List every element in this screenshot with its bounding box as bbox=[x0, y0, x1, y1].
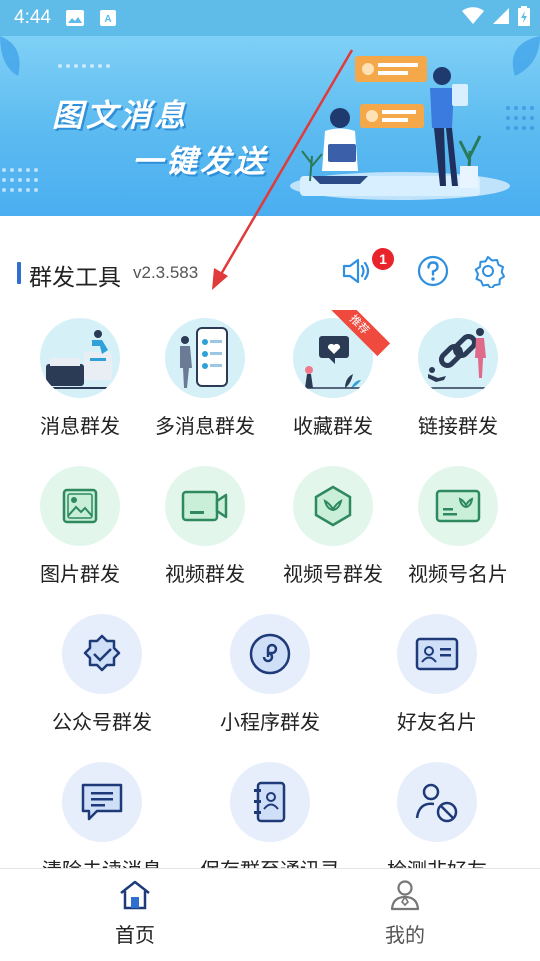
status-bar: 4:44 A bbox=[0, 0, 540, 36]
tool-official-account-broadcast[interactable]: 公众号群发 bbox=[37, 606, 167, 736]
tool-header: 群发工具 v2.3.583 bbox=[0, 250, 540, 296]
multi-message-illustration bbox=[165, 318, 245, 398]
title-accent-bar bbox=[17, 262, 21, 284]
tool-message-broadcast[interactable]: 消息群发 bbox=[15, 310, 145, 440]
tool-detect-non-friends[interactable]: 检测非好友 bbox=[372, 754, 502, 868]
tool-contact-card[interactable]: 好友名片 bbox=[372, 606, 502, 736]
speaker-icon bbox=[340, 256, 374, 290]
tool-save-group-to-contacts[interactable]: 保存群至通讯录 bbox=[200, 754, 340, 868]
tool-label: 清除未读消息 bbox=[27, 854, 177, 868]
tool-label: 保存群至通讯录 bbox=[195, 854, 345, 868]
promo-banner[interactable]: 图文消息 一键发送 bbox=[0, 36, 540, 216]
nav-home[interactable]: 首页 bbox=[70, 879, 200, 959]
signal-icon bbox=[492, 7, 510, 29]
tool-mini-program-broadcast[interactable]: 小程序群发 bbox=[205, 606, 335, 736]
nav-mine-label: 我的 bbox=[385, 923, 425, 947]
page-title: 群发工具 bbox=[29, 265, 121, 291]
message-broadcast-illustration bbox=[40, 318, 120, 398]
feature-grid: 消息群发 多消息群发 推荐 收藏群发 链接群发 图片群发 视频群发 视频号群发 … bbox=[0, 310, 540, 868]
bottom-navigation: 首页 我的 bbox=[0, 868, 540, 961]
official-account-icon bbox=[62, 614, 142, 694]
tool-image-broadcast[interactable]: 图片群发 bbox=[15, 458, 145, 588]
link-illustration bbox=[418, 318, 498, 398]
home-icon bbox=[118, 880, 152, 915]
tool-link-broadcast[interactable]: 链接群发 bbox=[393, 310, 523, 440]
tool-label: 好友名片 bbox=[397, 710, 477, 734]
tool-clear-unread[interactable]: 清除未读消息 bbox=[37, 754, 167, 868]
app-notification-icon: A bbox=[99, 9, 117, 27]
settings-button[interactable] bbox=[471, 256, 505, 290]
tool-label: 链接群发 bbox=[418, 414, 498, 438]
gear-icon bbox=[471, 254, 505, 292]
user-icon bbox=[388, 880, 422, 915]
svg-text:A: A bbox=[104, 14, 111, 25]
tool-multi-message-broadcast[interactable]: 多消息群发 bbox=[140, 310, 270, 440]
mini-program-icon bbox=[230, 614, 310, 694]
address-book-icon bbox=[230, 762, 310, 842]
tool-label: 检测非好友 bbox=[362, 854, 512, 868]
image-notification-icon bbox=[65, 9, 85, 27]
contact-card-icon bbox=[397, 614, 477, 694]
tool-favorites-broadcast[interactable]: 推荐 收藏群发 bbox=[268, 310, 398, 440]
help-button[interactable] bbox=[416, 255, 450, 291]
tool-video-broadcast[interactable]: 视频群发 bbox=[140, 458, 270, 588]
tool-label: 小程序群发 bbox=[220, 710, 320, 734]
tool-channels-card[interactable]: 视频号名片 bbox=[393, 458, 523, 588]
wifi-icon bbox=[462, 7, 484, 29]
video-camera-icon bbox=[165, 466, 245, 546]
battery-icon bbox=[518, 6, 530, 30]
announcement-button[interactable] bbox=[340, 256, 374, 290]
app-version: v2.3.583 bbox=[133, 263, 199, 282]
question-icon bbox=[417, 255, 449, 291]
tool-label: 视频号名片 bbox=[408, 562, 508, 586]
channels-card-icon bbox=[418, 466, 498, 546]
status-time: 4:44 bbox=[14, 7, 51, 28]
banner-title-line2: 一键发送 bbox=[132, 144, 268, 180]
channels-icon bbox=[293, 466, 373, 546]
chat-message-icon bbox=[62, 762, 142, 842]
nav-home-label: 首页 bbox=[115, 923, 155, 947]
image-icon bbox=[40, 466, 120, 546]
tool-label: 公众号群发 bbox=[52, 710, 152, 734]
nav-mine[interactable]: 我的 bbox=[340, 879, 470, 959]
notification-badge: 1 bbox=[372, 248, 394, 270]
tool-channels-broadcast[interactable]: 视频号群发 bbox=[268, 458, 398, 588]
user-block-icon bbox=[397, 762, 477, 842]
banner-title-line1: 图文消息 bbox=[52, 98, 188, 134]
